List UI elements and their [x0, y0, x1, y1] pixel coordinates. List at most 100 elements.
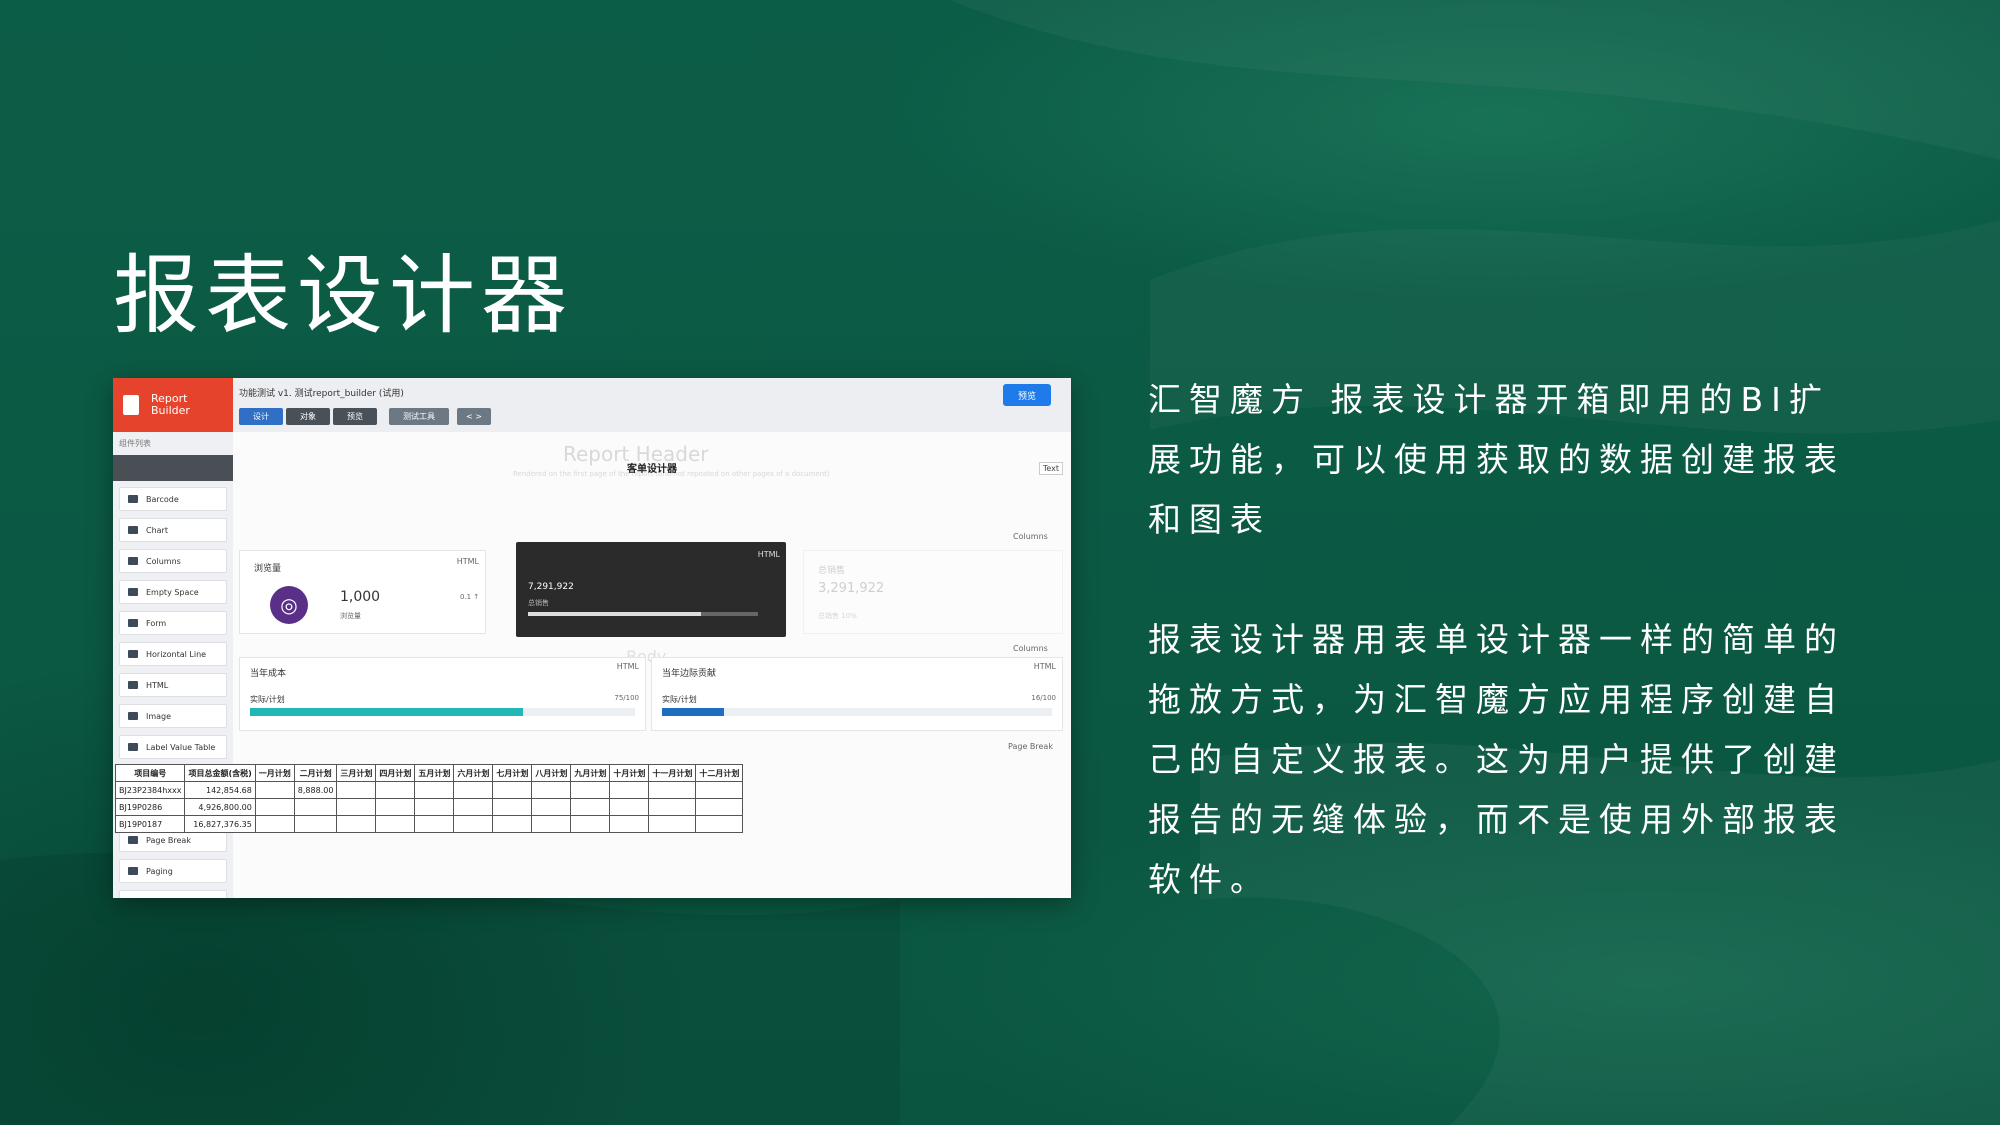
sidebar-item-label: Paging	[146, 866, 173, 876]
table-cell	[531, 798, 572, 816]
sidebar-item-component[interactable]: Horizontal Line	[119, 642, 227, 666]
progress-track	[662, 708, 1052, 716]
kpi-value: 7,291,922	[528, 582, 574, 592]
sidebar-item-label: Page Break	[146, 835, 191, 845]
table-header-cell: 十二月计划	[695, 764, 744, 782]
table-cell	[375, 781, 416, 799]
text-element-button[interactable]: Text	[1038, 462, 1063, 475]
table-cell	[336, 798, 377, 816]
component-icon	[128, 619, 138, 627]
kpi-card-sales-faded[interactable]: 总销售 3,291,922 总销售 10%	[803, 550, 1063, 634]
sidebar-item-label: Chart	[146, 525, 168, 535]
table-cell	[492, 798, 533, 816]
sidebar-item-component[interactable]: Paging	[119, 859, 227, 883]
sidebar-item-label: Horizontal Line	[146, 649, 207, 659]
kpi-value: 1,000	[340, 589, 381, 605]
component-icon	[128, 681, 138, 689]
progress-fill	[250, 708, 524, 716]
table-cell	[570, 815, 611, 833]
table-cell	[414, 815, 455, 833]
table-header-cell: 七月计划	[492, 764, 533, 782]
kpi-title: 浏览量	[254, 564, 282, 574]
report-table[interactable]: 项目编号 项目总金额(含税) 一月计划 二月计划 三月计划 四月计划 五月计划 六月计划 七月计…	[114, 764, 744, 833]
report-builder-screenshot: Report Builder 组件列表 Barcode Chart Columns E…	[113, 378, 1071, 898]
sidebar-item-label: Form	[146, 618, 167, 628]
table-row[interactable]: BJ23P2384hxxx 142,854.68 8,888.00	[114, 781, 744, 799]
table-header-cell: 五月计划	[414, 764, 455, 782]
component-icon	[128, 836, 138, 844]
component-icon	[128, 557, 138, 565]
table-header-cell: 一月计划	[254, 764, 295, 782]
table-cell: 4,926,800.00	[184, 798, 256, 816]
table-cell	[453, 815, 494, 833]
table-cell: BJ23P2384hxxx	[114, 781, 186, 799]
table-cell	[414, 781, 455, 799]
sidebar-item-component[interactable]: Form	[119, 611, 227, 635]
sidebar-item-label: QR Code	[146, 898, 181, 899]
component-icon	[128, 526, 138, 534]
html-tag: HTML	[456, 557, 479, 566]
table-row[interactable]: BJ19P0187 16,827,376.35	[114, 815, 744, 833]
sidebar-caption: 组件列表	[119, 439, 151, 448]
table-cell: 8,888.00	[293, 781, 338, 799]
sidebar-item-label: Empty Space	[146, 587, 199, 597]
table-body: BJ23P2384hxxx 142,854.68 8,888.00 BJ19P0286…	[114, 781, 744, 833]
sidebar-item-component[interactable]: Image	[119, 704, 227, 728]
table-header-cell: 十月计划	[609, 764, 650, 782]
columns-label: Columns	[1013, 532, 1048, 541]
table-cell	[570, 798, 611, 816]
table-cell: BJ19P0187	[114, 815, 186, 833]
table-header-cell: 二月计划	[293, 764, 338, 782]
table-cell: 16,827,376.35	[184, 815, 256, 833]
progress-card-margin[interactable]: 当年边际贡献 HTML 实际/计划 16/100	[651, 657, 1063, 731]
table-cell	[254, 815, 295, 833]
test-tools-button[interactable]: 测试工具	[389, 408, 449, 425]
page-break-label: Page Break	[1008, 742, 1053, 751]
table-cell	[453, 798, 494, 816]
sidebar-item-component[interactable]: HTML	[119, 673, 227, 697]
globe-icon: ◎	[270, 586, 308, 624]
report-center-title: 客单设计器	[627, 464, 677, 475]
kpi-card-total-sales-selected[interactable]: 7,291,922 总销售 HTML	[516, 542, 786, 637]
kpi-progress-track	[528, 612, 758, 616]
sidebar-item-component[interactable]: Barcode	[119, 487, 227, 511]
sidebar-item-component[interactable]: Chart	[119, 518, 227, 542]
code-view-button[interactable]: < >	[457, 408, 491, 425]
kpi-value: 3,291,922	[818, 581, 885, 596]
table-row[interactable]: BJ19P0286 4,926,800.00	[114, 798, 744, 816]
kpi-card-views[interactable]: 浏览量 HTML ◎ 1,000 浏览量 0.1 ↑	[239, 550, 486, 634]
progress-title: 当年边际贡献	[662, 669, 717, 679]
kpi-sub: 浏览量	[340, 612, 361, 620]
table-cell	[609, 815, 650, 833]
designer-toolbar: 功能测试 v1. 测试report_builder (试用) 设计 对象 预览 …	[233, 378, 1071, 433]
breadcrumb: 功能测试 v1. 测试report_builder (试用)	[239, 389, 404, 399]
sidebar-item-component[interactable]: QR Code	[119, 890, 227, 898]
description-paragraph-1: 汇智魔方 报表设计器开箱即用的BI扩展功能，可以使用获取的数据创建报表和图表	[1148, 380, 1845, 539]
table-cell: BJ19P0286	[114, 798, 186, 816]
component-icon	[128, 867, 138, 875]
design-tab-button[interactable]: 设计	[239, 408, 283, 425]
kpi-delta: 0.1 ↑	[460, 593, 480, 601]
sidebar-item-label: HTML	[146, 680, 169, 690]
table-cell	[293, 798, 338, 816]
sidebar-item-component[interactable]: Empty Space	[119, 580, 227, 604]
component-icon	[128, 588, 138, 596]
table-cell	[336, 815, 377, 833]
app-logo: Report Builder	[113, 378, 233, 432]
table-header-cell: 九月计划	[570, 764, 611, 782]
kpi-title: 总销售	[818, 566, 846, 576]
sidebar-item-component[interactable]: Label Value Table	[119, 735, 227, 759]
sidebar-item-label: Barcode	[146, 494, 179, 504]
table-header-cell: 项目总金额(含税)	[184, 764, 256, 782]
table-header-cell: 八月计划	[531, 764, 572, 782]
html-tag: HTML	[757, 550, 780, 559]
html-tag: HTML	[616, 662, 639, 671]
progress-card-cost[interactable]: 当年成本 HTML 实际/计划 75/100	[239, 657, 646, 731]
progress-ratio: 75/100	[614, 694, 639, 702]
preview-tool-button[interactable]: 预览	[333, 408, 377, 425]
object-button[interactable]: 对象	[286, 408, 330, 425]
sidebar-item-component[interactable]: Columns	[119, 549, 227, 573]
sidebar-search-bar[interactable]	[113, 455, 233, 481]
preview-button[interactable]: 预览	[1003, 384, 1051, 406]
kpi-sub: 总销售 10%	[818, 612, 857, 620]
